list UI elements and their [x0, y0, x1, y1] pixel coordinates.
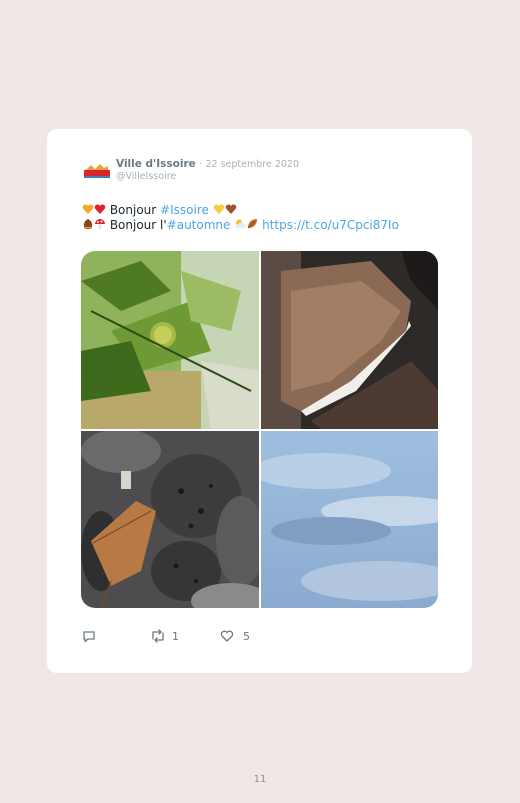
- sun-behind-cloud-icon: [236, 219, 246, 228]
- tweet-date: · 22 septembre 2020: [199, 159, 300, 170]
- fallen-leaf-icon: [247, 219, 258, 229]
- page-number: 11: [253, 774, 267, 785]
- red-heart-icon: [94, 204, 106, 214]
- retweet-count: 1: [172, 629, 179, 643]
- bracket-fungus-photo[interactable]: [261, 251, 438, 429]
- hashtag-issoire[interactable]: #Issoire: [160, 203, 209, 217]
- tweet-actions: 1 5: [82, 629, 282, 645]
- heart-icon: [220, 630, 234, 642]
- mushroom-icon: [95, 219, 105, 229]
- retweet-icon: [152, 629, 164, 643]
- like-count: 5: [243, 629, 250, 643]
- reply-icon: [83, 631, 95, 643]
- chestnut-tree-photo[interactable]: [81, 251, 259, 429]
- chestnut-icon: [83, 219, 93, 230]
- tweet-line-2: Bonjour l'#automne https://t.co/u7Cpci87…: [82, 218, 399, 233]
- author-handle[interactable]: @VilleIssoire: [116, 171, 176, 182]
- orange-heart-icon: [82, 204, 94, 214]
- sky-photo[interactable]: [261, 431, 438, 608]
- tweet-card: Ville d'Issoire · 22 septembre 2020 @Vil…: [47, 129, 472, 673]
- avatar[interactable]: [82, 159, 112, 181]
- like-button[interactable]: 5: [220, 629, 250, 643]
- stones-and-leaf-photo[interactable]: [81, 431, 259, 608]
- reply-button[interactable]: [82, 629, 96, 643]
- author-name[interactable]: Ville d'Issoire · 22 septembre 2020: [116, 158, 299, 170]
- hashtag-automne[interactable]: #automne: [167, 218, 231, 232]
- tweet-link[interactable]: https://t.co/u7Cpci87Io: [262, 218, 399, 232]
- retweet-button[interactable]: 1: [150, 629, 179, 643]
- yellow-heart-icon: [213, 204, 224, 214]
- brown-heart-icon: [225, 204, 236, 214]
- photo-grid: [81, 251, 438, 608]
- tweet-text: Bonjour #Issoire Bonjour l'#automne http…: [82, 203, 399, 233]
- tweet-line-1: Bonjour #Issoire: [82, 203, 399, 218]
